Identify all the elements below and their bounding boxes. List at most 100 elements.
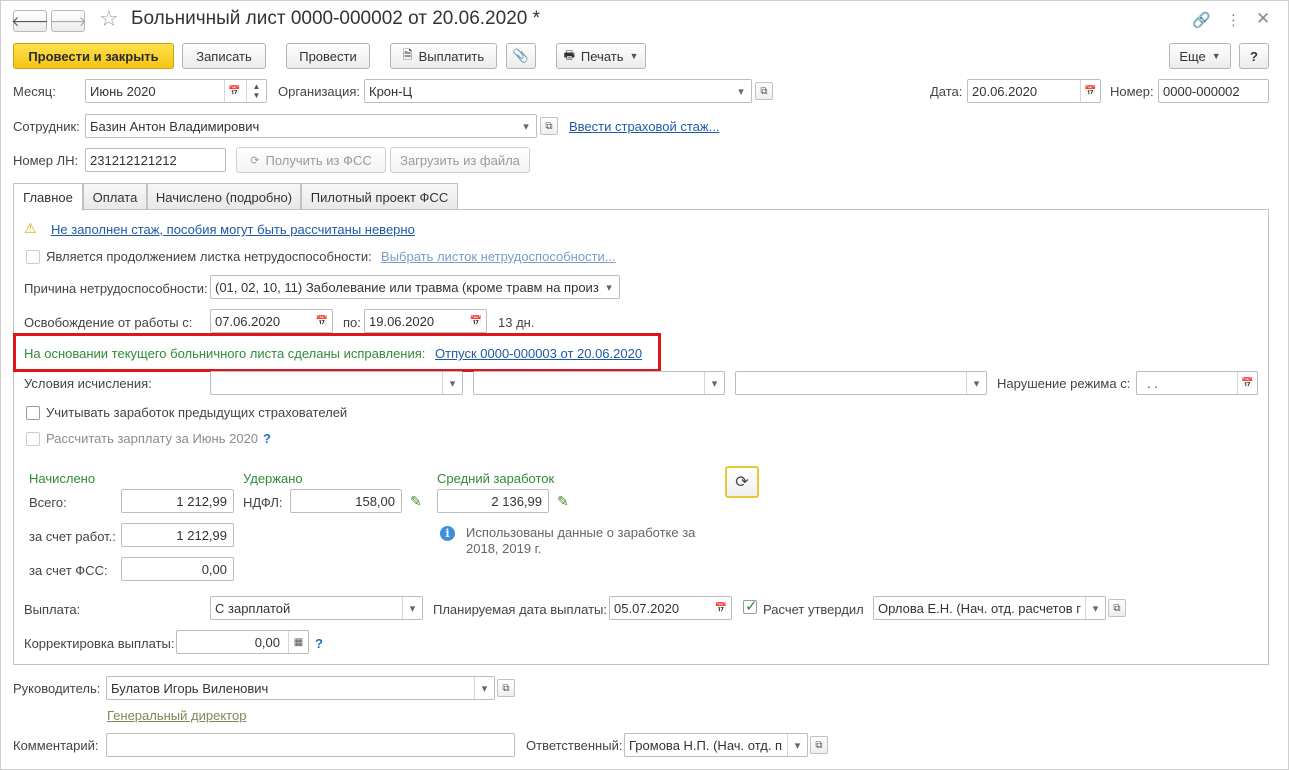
planned-date-field[interactable]: 05.07.2020 📅 [609,596,732,620]
number-field[interactable]: 0000-000002 [1158,79,1269,103]
chevron-down-icon[interactable] [966,372,986,394]
edit-ndfl-pencil-icon[interactable]: ✎ [410,493,422,510]
open-responsible-icon[interactable]: ⧉ [810,736,828,754]
load-from-file-button[interactable]: Загрузить из файла [390,147,530,173]
calendar-icon[interactable]: 📅 [711,597,731,619]
select-sick-leave-link[interactable]: Выбрать листок нетрудоспособности... [381,249,616,264]
condition-field-3[interactable] [735,371,987,395]
calc-salary-checkbox[interactable] [26,432,40,446]
continuation-checkbox[interactable] [26,250,40,264]
accrued-fss-field[interactable]: 0,00 [121,557,234,581]
head-position-link[interactable]: Генеральный директор [107,708,246,723]
close-icon[interactable]: ✕ [1256,9,1270,29]
chevron-down-icon[interactable] [1085,597,1105,619]
print-button[interactable]: 🖶 Печать ▼ [556,43,646,69]
accrued-employer-field[interactable]: 1 212,99 [121,523,234,547]
organization-field[interactable]: Крон-Ц [364,79,752,103]
open-employee-icon[interactable]: ⧉ [540,117,558,135]
date-field[interactable]: 20.06.2020 📅 [967,79,1101,103]
ln-number-field[interactable]: 231212121212 [85,148,226,172]
calendar-icon[interactable]: 📅 [1237,372,1257,394]
tab-main[interactable]: Главное [13,183,83,211]
accrued-employer-label: за счет работ.: [29,529,116,544]
tab-payment[interactable]: Оплата [83,183,147,210]
regime-violation-value: . . [1147,376,1158,391]
average-earnings-field[interactable]: 2 136,99 [437,489,549,513]
get-from-fss-label: Получить из ФСС [265,152,372,168]
responsible-field[interactable]: Громова Н.П. (Нач. отд. п [624,733,808,757]
ndfl-field[interactable]: 158,00 [290,489,402,513]
chevron-down-icon[interactable] [731,80,751,102]
save-button[interactable]: Записать [182,43,266,69]
condition-field-1[interactable] [210,371,463,395]
accrued-total-field[interactable]: 1 212,99 [121,489,234,513]
link-icon[interactable]: 🔗 [1192,11,1211,29]
chevron-down-icon[interactable] [704,372,724,394]
printer-icon: 🖶 [563,47,575,62]
calc-salary-label: Рассчитать зарплату за Июнь 2020 [46,431,259,446]
payment-method-value: С зарплатой [215,601,291,616]
calendar-icon[interactable]: 📅 [466,310,486,332]
chevron-down-icon[interactable] [516,115,536,137]
approved-by-field[interactable]: Орлова Е.Н. (Нач. отд. расчетов г [873,596,1106,620]
chevron-down-icon[interactable] [787,734,807,756]
chevron-down-icon[interactable] [442,372,462,394]
comment-field[interactable] [106,733,515,757]
menu-dots-icon[interactable]: ⋮ [1226,11,1241,29]
payment-correction-field[interactable]: 0,00 ▦ [176,630,309,654]
prev-insurers-checkbox[interactable] [26,406,40,420]
calendar-icon[interactable]: 📅 [1080,80,1100,102]
tab-fss-pilot[interactable]: Пилотный проект ФСС [301,183,458,210]
calendar-icon[interactable]: 📅 [312,310,332,332]
payment-method-field[interactable]: С зарплатой [210,596,423,620]
release-from-field[interactable]: 07.06.2020 📅 [210,309,333,333]
month-stepper[interactable]: ▲ ▼ [246,80,266,102]
responsible-label: Ответственный: [526,738,623,753]
calc-approved-checkbox[interactable]: ✓ [743,598,758,615]
release-to-field[interactable]: 19.06.2020 📅 [364,309,487,333]
chevron-down-icon[interactable] [402,597,422,619]
approved-by-value: Орлова Е.Н. (Нач. отд. расчетов г [878,601,1081,616]
organization-label: Организация: [278,84,361,99]
employee-value: Базин Антон Владимирович [90,119,260,134]
refresh-button[interactable]: ⟳ [725,466,759,498]
open-head-icon[interactable]: ⧉ [497,679,515,697]
regime-violation-field[interactable]: . . 📅 [1136,371,1258,395]
payment-correction-value: 0,00 [254,635,280,650]
more-button[interactable]: Еще ▼ [1169,43,1231,69]
planned-date-value: 05.07.2020 [614,601,680,616]
pay-button[interactable]: 🗎 Выплатить [390,43,497,69]
forward-button[interactable]: 🡒 [49,10,87,32]
post-button[interactable]: Провести [286,43,370,69]
favorite-star-icon[interactable]: ☆ [99,6,119,32]
attachment-button[interactable]: 📎 [506,43,536,69]
open-approved-by-icon[interactable]: ⧉ [1108,599,1126,617]
head-field[interactable]: Булатов Игорь Виленович [106,676,495,700]
insurance-warning-link[interactable]: Не заполнен стаж, пособия могут быть рас… [51,222,415,237]
employee-field[interactable]: Базин Антон Владимирович [85,114,537,138]
chevron-down-icon[interactable] [599,276,619,298]
condition-field-2[interactable] [473,371,725,395]
open-organization-icon[interactable]: ⧉ [755,82,773,100]
corrections-vacation-link[interactable]: Отпуск 0000-000003 от 20.06.2020 [435,346,642,361]
insurance-experience-link[interactable]: Ввести страховой стаж... [569,119,719,134]
calendar-icon[interactable]: 📅 [224,80,244,102]
get-from-fss-button[interactable]: ⟳ Получить из ФСС [236,147,386,173]
checkmark-icon: ✓ [745,598,758,615]
help-button[interactable]: ? [1239,43,1269,69]
tab-accrued-detailed[interactable]: Начислено (подробно) [147,183,301,210]
chevron-down-icon[interactable] [474,677,494,699]
calculator-icon[interactable]: ▦ [288,631,308,653]
reason-field[interactable]: (01, 02, 10, 11) Заболевание или травма … [210,275,620,299]
back-button[interactable]: 🡐 [11,10,49,32]
post-and-close-button[interactable]: Провести и закрыть [13,43,174,69]
month-field[interactable]: Июнь 2020 📅 ▲ ▼ [85,79,267,103]
calc-approved-label: Расчет утвердил [763,602,864,617]
responsible-value: Громова Н.П. (Нач. отд. п [629,738,783,753]
date-value: 20.06.2020 [972,84,1038,99]
calc-salary-help-icon[interactable]: ? [263,431,271,446]
payment-correction-help-icon[interactable]: ? [315,636,323,651]
release-from-value: 07.06.2020 [215,314,281,329]
number-label: Номер: [1110,84,1154,99]
edit-average-pencil-icon[interactable]: ✎ [557,493,569,510]
